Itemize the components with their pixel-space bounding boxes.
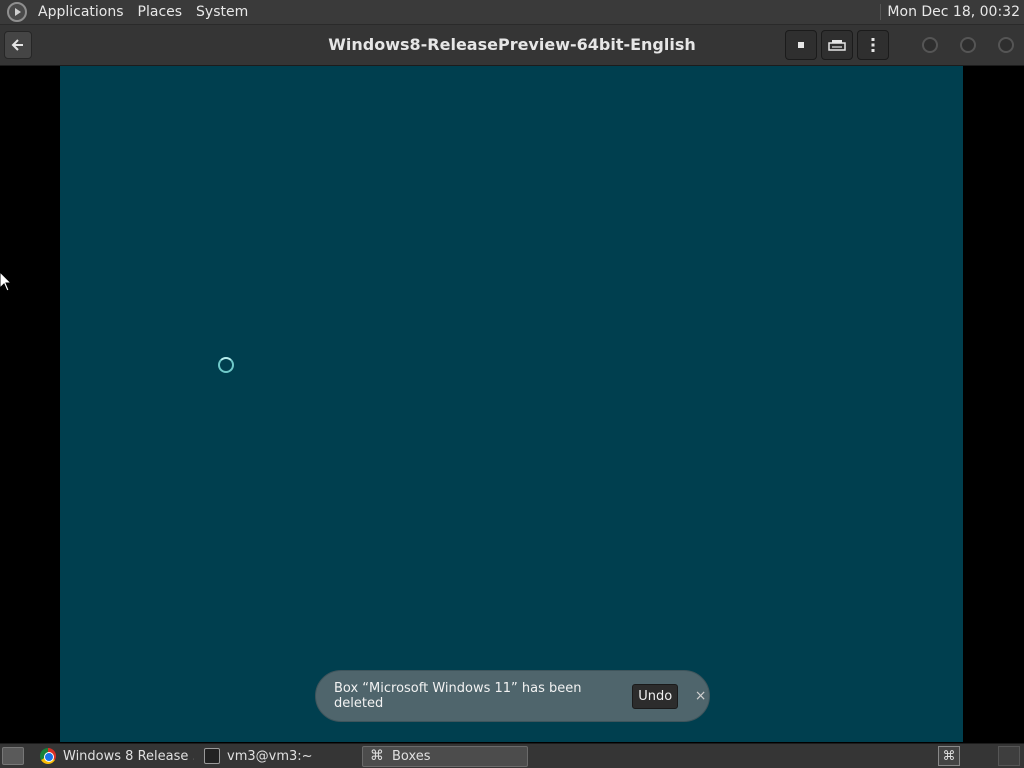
menu-system[interactable]: System bbox=[189, 4, 255, 20]
maximize-icon[interactable] bbox=[960, 37, 976, 53]
headerbar: Windows8-ReleasePreview-64bit-English bbox=[0, 25, 1024, 66]
keyboard-icon bbox=[828, 40, 846, 51]
taskbar: Windows 8 Release ... vm3@vm3:~ ⌘ Boxes … bbox=[0, 743, 1024, 768]
chrome-icon bbox=[40, 748, 56, 764]
distro-logo-icon[interactable] bbox=[7, 2, 27, 22]
menu-places[interactable]: Places bbox=[131, 4, 190, 20]
notification-message: Box “Microsoft Windows 11” has been dele… bbox=[334, 681, 582, 711]
terminal-icon bbox=[204, 748, 220, 764]
tray-boxes-icon[interactable]: ⌘ bbox=[938, 746, 960, 766]
workspace-switcher-icon[interactable] bbox=[998, 746, 1020, 766]
task-label: vm3@vm3:~ bbox=[227, 748, 313, 764]
task-label: Windows 8 Release ... bbox=[63, 748, 194, 764]
menu-button[interactable] bbox=[857, 30, 889, 60]
keyboard-button[interactable] bbox=[821, 30, 853, 60]
undo-button[interactable]: Undo bbox=[632, 683, 679, 709]
task-boxes[interactable]: ⌘ Boxes bbox=[362, 745, 528, 767]
close-notification-icon[interactable]: × bbox=[692, 687, 709, 705]
deleted-notification: Box “Microsoft Windows 11” has been dele… bbox=[315, 670, 710, 722]
stop-button[interactable] bbox=[785, 30, 817, 60]
task-label: Boxes bbox=[392, 748, 431, 764]
task-terminal[interactable]: vm3@vm3:~ bbox=[198, 746, 358, 767]
task-browser[interactable]: Windows 8 Release ... bbox=[34, 746, 194, 767]
minimize-icon[interactable] bbox=[922, 37, 938, 53]
show-desktop-icon[interactable] bbox=[2, 747, 24, 765]
loading-spinner-icon bbox=[218, 357, 234, 373]
clock[interactable]: Mon Dec 18, 00:32 bbox=[880, 4, 1020, 20]
mouse-pointer-icon bbox=[0, 272, 12, 292]
menu-applications[interactable]: Applications bbox=[31, 4, 131, 20]
top-panel: Applications Places System Mon Dec 18, 0… bbox=[0, 0, 1024, 25]
boxes-icon: ⌘ bbox=[370, 748, 384, 764]
close-window-icon[interactable] bbox=[998, 37, 1014, 53]
stop-icon bbox=[798, 42, 804, 48]
kebab-menu-icon bbox=[871, 38, 875, 52]
vm-display[interactable]: Setup is starting bbox=[60, 66, 963, 742]
